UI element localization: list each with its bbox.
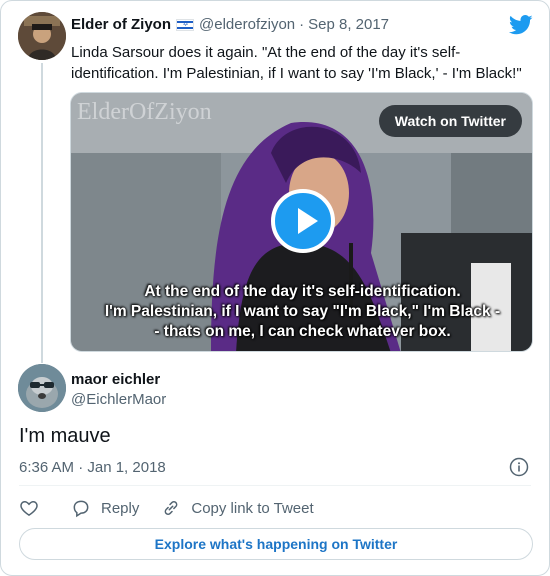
tweet-actions: Reply Copy link to Tweet [19,497,336,519]
author-name[interactable]: Elder of Ziyon [71,16,171,33]
parent-tweet-header: Elder of Ziyon ✡ @elderofziyon · Sep 8, … [71,16,389,33]
maor-eichler-avatar[interactable] [18,364,66,412]
tweet-date[interactable]: Sep 8, 2017 [308,16,389,33]
thread-connector-line [41,63,43,363]
twitter-bird-icon[interactable] [509,15,533,35]
reply-button[interactable]: Reply [71,498,139,518]
embedded-tweet-card: Elder of Ziyon ✡ @elderofziyon · Sep 8, … [0,0,550,576]
reply-author-handle[interactable]: @EichlerMaor [71,391,166,408]
explore-twitter-button[interactable]: Explore what's happening on Twitter [19,528,533,560]
like-button[interactable] [19,498,39,518]
watch-on-twitter-button[interactable]: Watch on Twitter [378,105,522,137]
reply-author-name[interactable]: maor eichler [71,371,160,388]
link-icon [164,501,178,515]
play-button-icon[interactable] [271,189,335,253]
subtitle-line-3: - thats on me, I can check whatever box. [154,323,451,340]
video-media[interactable]: ElderOfZiyon Watch on Twitter At the end… [70,92,533,352]
video-watermark: ElderOfZiyon [77,99,212,125]
reply-timestamp[interactable]: 6:36 AM · Jan 1, 2018 [19,459,166,476]
reply-tweet-text: I'm mauve [19,425,111,447]
reply-label: Reply [101,499,140,517]
israel-flag-icon: ✡ [176,18,195,31]
separator-dot: · [299,16,305,33]
author-handle[interactable]: @elderofziyon [199,16,295,33]
info-icon[interactable] [509,457,529,477]
copy-link-label: Copy link to Tweet [191,499,314,517]
subtitle-line-1: At the end of the day it's self-identifi… [144,283,461,300]
parent-tweet-text: Linda Sarsour does it again. "At the end… [71,44,522,82]
video-subtitles: At the end of the day it's self-identifi… [71,282,532,342]
copy-link-button[interactable]: Copy link to Tweet [161,498,314,518]
subtitle-line-2: I'm Palestinian, if I want to say "I'm B… [104,303,501,320]
reply-bubble-icon [73,500,89,518]
heart-icon [20,500,38,516]
divider [19,485,531,486]
elder-of-ziyon-avatar[interactable] [18,12,66,60]
